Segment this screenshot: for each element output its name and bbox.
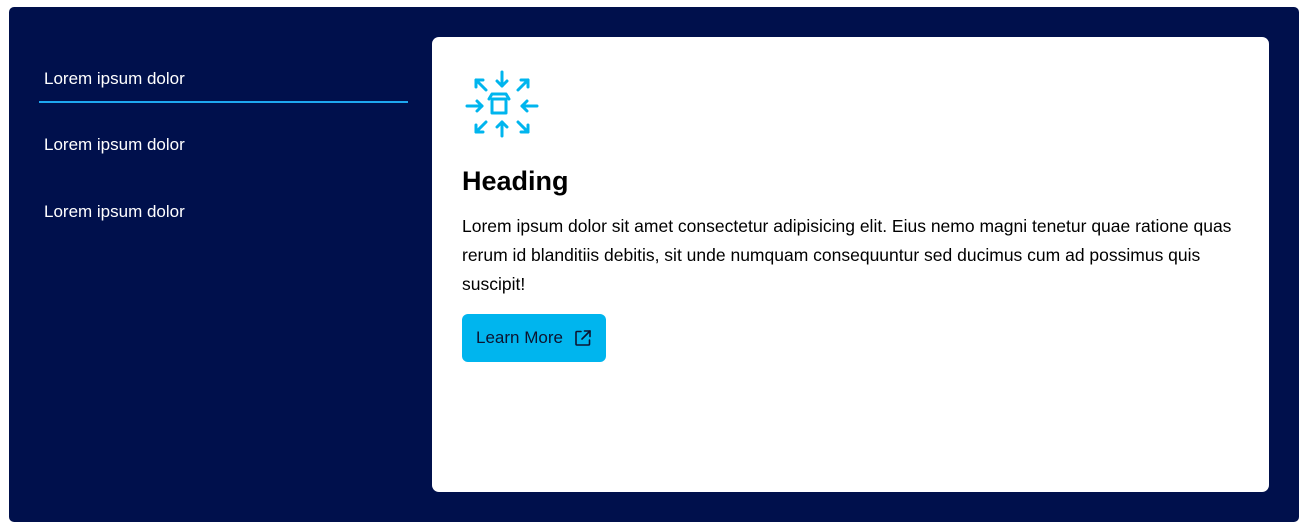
active-tab-indicator: [39, 101, 408, 103]
external-link-icon: [574, 329, 592, 347]
distribution-box-icon: [462, 68, 542, 148]
tab-label: Lorem ipsum dolor: [44, 135, 185, 154]
tab-1[interactable]: Lorem ipsum dolor: [39, 57, 408, 123]
content-card: Heading Lorem ipsum dolor sit amet conse…: [432, 37, 1269, 492]
tab-label: Lorem ipsum dolor: [44, 69, 185, 88]
learn-more-label: Learn More: [476, 328, 563, 347]
learn-more-button[interactable]: Learn More: [462, 314, 606, 362]
tab-label: Lorem ipsum dolor: [44, 202, 185, 221]
card-description: Lorem ipsum dolor sit amet consectetur a…: [462, 216, 1232, 294]
tab-2[interactable]: Lorem ipsum dolor: [39, 123, 408, 190]
tab-3[interactable]: Lorem ipsum dolor: [39, 190, 408, 257]
card-heading: Heading: [462, 166, 569, 196]
tab-list: Lorem ipsum dolor Lorem ipsum dolor Lore…: [39, 57, 408, 257]
